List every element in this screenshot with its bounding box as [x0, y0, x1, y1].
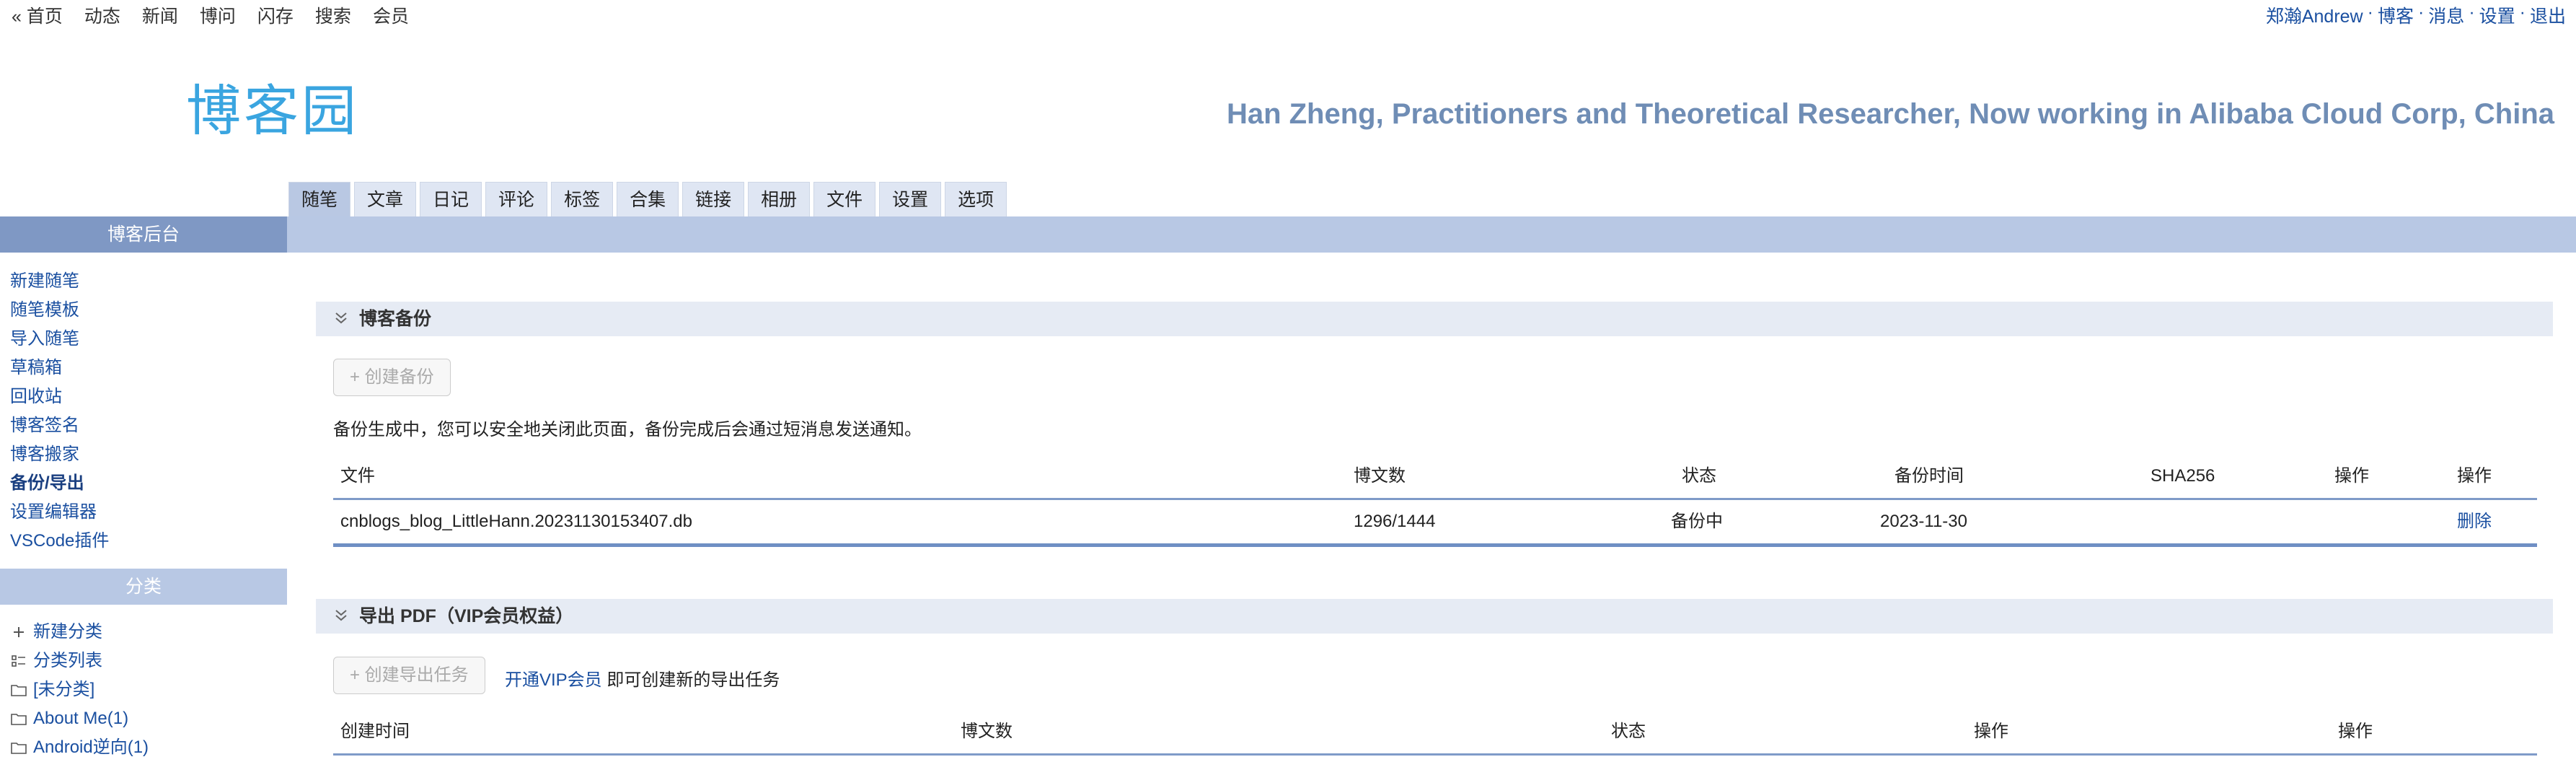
category-item-list[interactable]: 分类列表	[10, 647, 277, 675]
category-label: [未分类]	[33, 680, 95, 699]
top-nav-right: 郑瀚Andrew · 博客 · 消息 · 设置 · 退出	[2266, 2, 2566, 28]
tab-links[interactable]: 链接	[682, 182, 745, 216]
nav-separator: ·	[2367, 2, 2373, 22]
tab-bar	[287, 216, 2576, 253]
tab-tags[interactable]: 标签	[551, 182, 614, 216]
backup-table-header: 文件 博文数 状态 备份时间 SHA256 操作 操作	[333, 455, 2537, 500]
sidebar: 博客后台 新建随笔 随笔模板 导入随笔 草稿箱 回收站 博客签名 博客搬家 备份…	[0, 216, 287, 775]
column-header-status: 状态	[1682, 466, 1716, 486]
column-header-action: 操作	[2457, 466, 2492, 486]
nav-user-link[interactable]: 郑瀚Andrew	[2266, 2, 2363, 28]
folder-icon	[10, 712, 27, 725]
nav-home-link[interactable]: « 首页	[12, 2, 63, 28]
sidebar-item-backup-export[interactable]: 备份/导出	[10, 469, 277, 498]
category-list: 新建分类 分类列表 [未分类] About Me(1) Android逆向(1)	[0, 605, 287, 775]
column-header-post-count: 博文数	[961, 722, 1013, 741]
cnblogs-logo[interactable]: 博客园	[186, 75, 359, 143]
backup-panel-header[interactable]: 博客备份	[316, 302, 2553, 336]
sidebar-item-signature[interactable]: 博客签名	[10, 411, 277, 440]
nav-settings-link[interactable]: 设置	[2479, 2, 2515, 28]
backup-file-name: cnblogs_blog_LittleHann.20231130153407.d…	[340, 512, 692, 531]
tab-articles[interactable]: 文章	[354, 182, 417, 216]
vip-note-text: 即可创建新的导出任务	[606, 670, 780, 690]
tab-files[interactable]: 文件	[813, 182, 876, 216]
backup-post-count: 1296/1444	[1354, 512, 1436, 531]
column-header-file: 文件	[340, 466, 375, 486]
pdf-panel-title: 导出 PDF（VIP会员权益）	[359, 606, 574, 626]
category-item-new[interactable]: 新建分类	[10, 618, 277, 647]
sidebar-menu: 新建随笔 随笔模板 导入随笔 草稿箱 回收站 博客签名 博客搬家 备份/导出 设…	[0, 253, 287, 569]
plus-icon	[10, 626, 27, 639]
tab-diary[interactable]: 日记	[420, 182, 482, 216]
column-header-status: 状态	[1611, 722, 1646, 741]
nav-search-link[interactable]: 搜索	[315, 2, 351, 28]
tab-collections[interactable]: 合集	[617, 182, 679, 216]
backup-panel-title: 博客备份	[359, 309, 432, 329]
nav-messages-link[interactable]: 消息	[2428, 2, 2464, 28]
pdf-export-table: 创建时间 博文数 状态 操作 操作	[333, 710, 2537, 756]
column-header-action: 操作	[2338, 722, 2373, 741]
category-title: 分类	[0, 569, 287, 605]
category-label: 分类列表	[33, 651, 102, 670]
tab-options[interactable]: 选项	[945, 182, 1007, 216]
backup-status: 备份中	[1671, 512, 1723, 531]
sidebar-item-import-post[interactable]: 导入随笔	[10, 325, 277, 354]
column-header-created-time: 创建时间	[340, 722, 410, 741]
admin-tabs: 随笔 文章 日记 评论 标签 合集 链接 相册 文件 设置 选项	[288, 182, 1007, 216]
column-header-action: 操作	[2334, 466, 2369, 486]
category-item-uncategorized[interactable]: [未分类]	[10, 675, 277, 704]
nav-logout-link[interactable]: 退出	[2530, 2, 2566, 28]
column-header-backup-time: 备份时间	[1894, 466, 1964, 486]
nav-flash-link[interactable]: 闪存	[257, 2, 294, 28]
category-item-android-reverse[interactable]: Android逆向(1)	[10, 733, 277, 762]
category-label: Android逆向(1)	[33, 737, 149, 757]
sidebar-item-vscode-plugin[interactable]: VSCode插件	[10, 527, 277, 556]
delete-backup-link[interactable]: 删除	[2457, 500, 2492, 543]
vip-note: 开通VIP会员 即可创建新的导出任务	[505, 665, 780, 691]
column-header-action: 操作	[1974, 722, 2008, 741]
nav-separator: ·	[2469, 2, 2475, 22]
top-nav-left: « 首页 动态 新闻 博问 闪存 搜索 会员	[12, 2, 409, 28]
nav-dynamics-link[interactable]: 动态	[84, 2, 120, 28]
sidebar-item-post-template[interactable]: 随笔模板	[10, 296, 277, 325]
tab-settings[interactable]: 设置	[879, 182, 942, 216]
category-label: About Me(1)	[33, 709, 129, 728]
nav-news-link[interactable]: 新闻	[142, 2, 178, 28]
top-nav: « 首页 动态 新闻 博问 闪存 搜索 会员 郑瀚Andrew · 博客 · 消…	[0, 0, 2576, 32]
create-backup-button[interactable]: + 创建备份	[333, 359, 451, 396]
backup-status-message: 备份生成中，您可以安全地关闭此页面，备份完成后会通过短消息发送通知。	[333, 420, 922, 439]
list-icon	[10, 654, 27, 667]
nav-separator: ·	[2519, 2, 2526, 22]
tab-comments[interactable]: 评论	[485, 182, 548, 216]
sidebar-item-recycle-bin[interactable]: 回收站	[10, 382, 277, 411]
logo-text: 博客园	[186, 79, 359, 143]
nav-separator: ·	[2417, 2, 2425, 22]
backup-table: 文件 博文数 状态 备份时间 SHA256 操作 操作 cnblogs_blog…	[333, 455, 2537, 547]
chevron-double-down-icon	[333, 606, 349, 629]
folder-icon	[10, 741, 27, 754]
sidebar-item-new-post[interactable]: 新建随笔	[10, 267, 277, 296]
nav-blog-link[interactable]: 博客	[2378, 2, 2414, 28]
folder-icon	[10, 683, 27, 696]
tab-albums[interactable]: 相册	[748, 182, 811, 216]
table-row: cnblogs_blog_LittleHann.20231130153407.d…	[333, 500, 2537, 547]
blog-title: Han Zheng, Practitioners and Theoretical…	[1226, 98, 2554, 130]
backup-time: 2023-11-30	[1880, 512, 1967, 531]
pdf-panel-header[interactable]: 导出 PDF（VIP会员权益）	[316, 599, 2553, 634]
nav-questions-link[interactable]: 博问	[200, 2, 236, 28]
sidebar-item-blog-move[interactable]: 博客搬家	[10, 440, 277, 469]
open-vip-link[interactable]: 开通VIP会员	[505, 670, 602, 690]
sidebar-title: 博客后台	[0, 216, 287, 253]
column-header-post-count: 博文数	[1354, 466, 1406, 486]
column-header-sha256: SHA256	[2151, 466, 2215, 486]
sidebar-item-editor-settings[interactable]: 设置编辑器	[10, 498, 277, 527]
tab-posts[interactable]: 随笔	[288, 182, 351, 216]
chevron-double-down-icon	[333, 309, 349, 331]
pdf-table-header: 创建时间 博文数 状态 操作 操作	[333, 710, 2537, 756]
category-item-about-me[interactable]: About Me(1)	[10, 704, 277, 733]
create-export-task-button[interactable]: + 创建导出任务	[333, 657, 485, 694]
sidebar-item-drafts[interactable]: 草稿箱	[10, 354, 277, 382]
category-label: 新建分类	[33, 622, 102, 642]
nav-vip-link[interactable]: 会员	[373, 2, 409, 28]
